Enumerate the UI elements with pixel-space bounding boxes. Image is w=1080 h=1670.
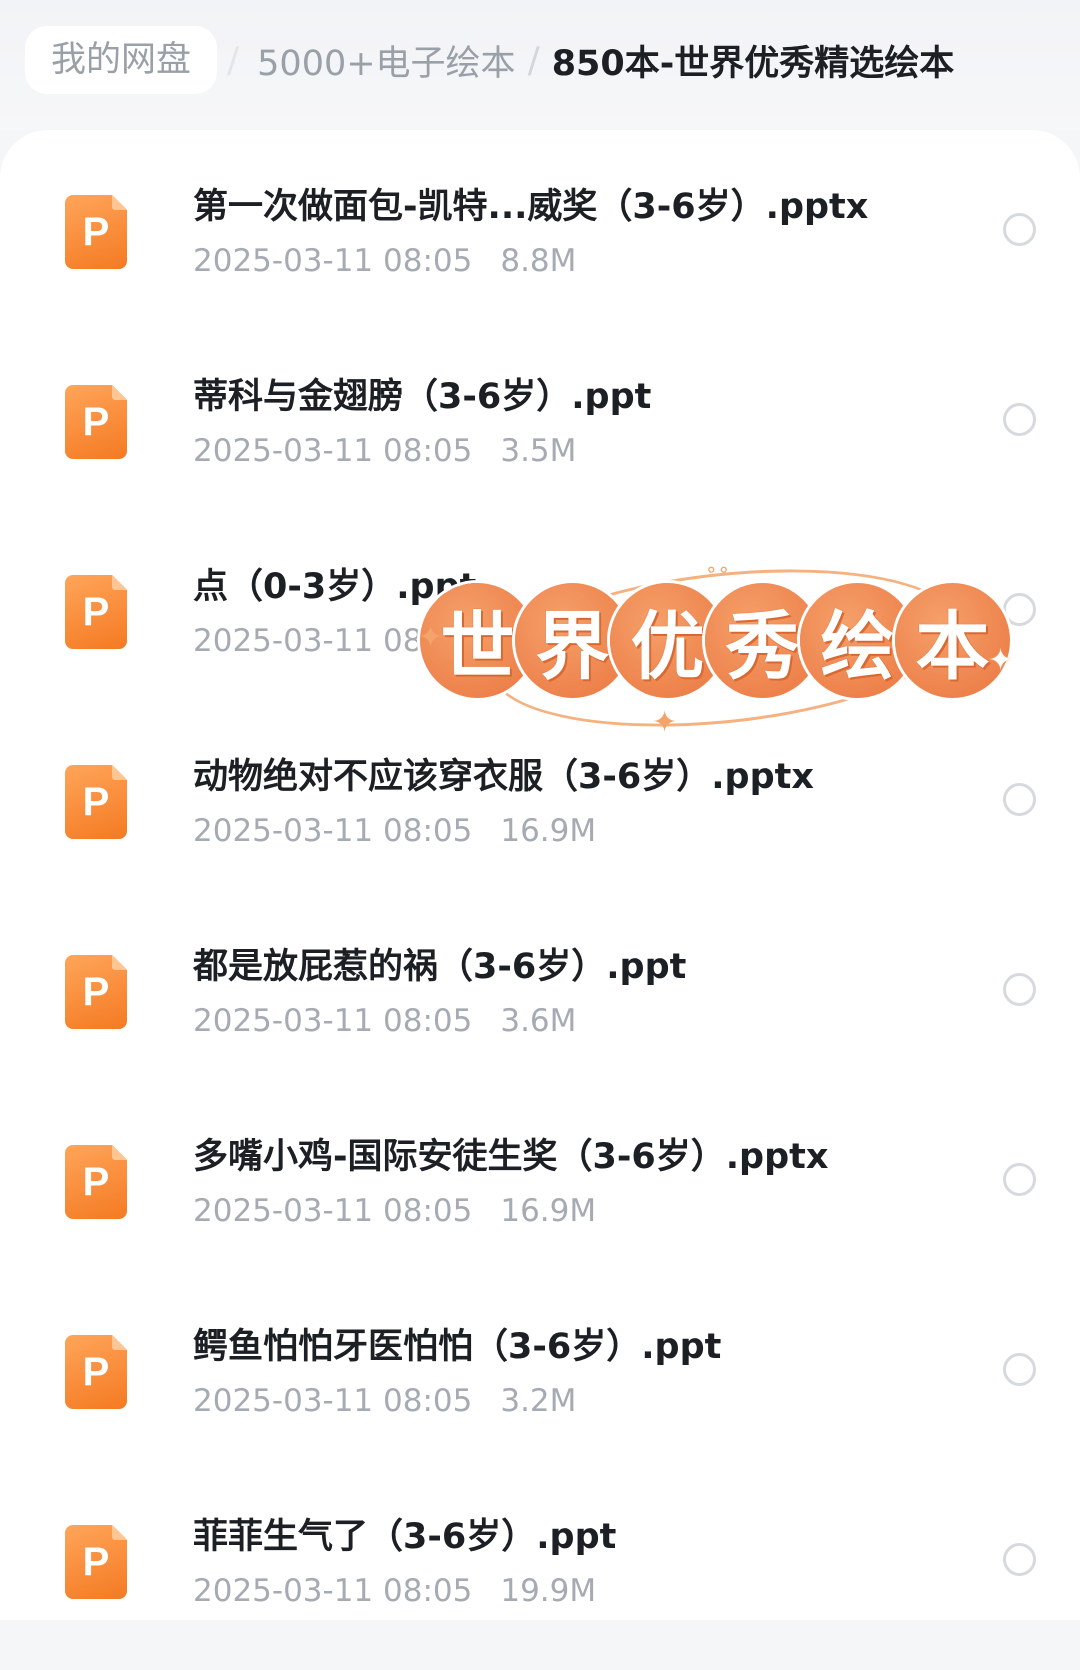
ppt-file-icon: P (65, 955, 127, 1029)
ppt-file-icon: P (65, 195, 127, 269)
file-size: 8.8M (500, 243, 577, 279)
ppt-file-icon: P (65, 1335, 127, 1409)
top-bar: 我的网盘 / 5000+电子绘本 / 850本-世界优秀精选绘本 (0, 0, 1080, 130)
breadcrumb-current-folder: 850本-世界优秀精选绘本 (551, 43, 955, 84)
file-name: 动物绝对不应该穿衣服（3-6岁）.pptx (193, 757, 814, 797)
file-date: 2025-03-11 08:05 (193, 623, 473, 659)
select-radio[interactable] (1003, 973, 1036, 1006)
ppt-letter: P (82, 1539, 110, 1584)
breadcrumb-separator: / (527, 39, 540, 81)
select-radio[interactable] (1003, 1353, 1036, 1386)
ppt-letter: P (82, 779, 110, 824)
file-size: 16.9M (500, 813, 597, 849)
file-date: 2025-03-11 08:05 (193, 1573, 473, 1609)
ppt-letter: P (82, 969, 110, 1014)
file-row[interactable]: P 点（0-3岁）.ppt 2025-03-11 08:05 (0, 530, 1080, 720)
file-meta: 2025-03-11 08:05 16.9M (193, 813, 596, 849)
select-radio[interactable] (1003, 783, 1036, 816)
file-meta: 2025-03-11 08:05 (193, 623, 500, 659)
breadcrumb-separator: / (227, 39, 240, 81)
ppt-letter: P (82, 209, 110, 254)
ppt-file-icon: P (65, 1525, 127, 1599)
file-name: 鳄鱼怕怕牙医怕怕（3-6岁）.ppt (193, 1327, 722, 1367)
file-date: 2025-03-11 08:05 (193, 1003, 473, 1039)
file-row[interactable]: P 第一次做面包-凯特...威奖（3-6岁）.pptx 2025-03-11 08:… (0, 150, 1080, 340)
file-name: 多嘴小鸡-国际安徒生奖（3-6岁）.pptx (193, 1137, 829, 1177)
ppt-letter: P (82, 1159, 110, 1204)
ppt-file-icon: P (65, 765, 127, 839)
file-meta: 2025-03-11 08:05 3.6M (193, 1003, 576, 1039)
file-size: 3.5M (500, 433, 577, 469)
select-radio[interactable] (1003, 593, 1036, 626)
file-name: 第一次做面包-凯特...威奖（3-6岁）.pptx (193, 187, 869, 227)
file-row[interactable]: P 鳄鱼怕怕牙医怕怕（3-6岁）.ppt 2025-03-11 08:05 3.2M (0, 1290, 1080, 1480)
file-date: 2025-03-11 08:05 (193, 1193, 473, 1229)
ppt-letter: P (82, 399, 110, 444)
file-row[interactable]: P 多嘴小鸡-国际安徒生奖（3-6岁）.pptx 2025-03-11 08:05 1… (0, 1100, 1080, 1290)
file-name: 点（0-3岁）.ppt (193, 567, 477, 607)
file-row[interactable]: P 菲菲生气了（3-6岁）.ppt 2025-03-11 08:05 19.9M (0, 1480, 1080, 1670)
select-radio[interactable] (1003, 403, 1036, 436)
file-name: 都是放屁惹的祸（3-6岁）.ppt (193, 947, 687, 987)
file-size: 3.2M (500, 1383, 577, 1419)
file-date: 2025-03-11 08:05 (193, 1383, 473, 1419)
select-radio[interactable] (1003, 1163, 1036, 1196)
select-radio[interactable] (1003, 1543, 1036, 1576)
file-size: 3.6M (500, 1003, 577, 1039)
file-date: 2025-03-11 08:05 (193, 243, 473, 279)
ppt-file-icon: P (65, 575, 127, 649)
file-row[interactable]: P 都是放屁惹的祸（3-6岁）.ppt 2025-03-11 08:05 3.6M (0, 910, 1080, 1100)
ppt-letter: P (82, 1349, 110, 1394)
file-name: 菲菲生气了（3-6岁）.ppt (193, 1517, 617, 1557)
file-date: 2025-03-11 08:05 (193, 813, 473, 849)
file-row[interactable]: P 动物绝对不应该穿衣服（3-6岁）.pptx 2025-03-11 08:05 16… (0, 720, 1080, 910)
ppt-letter: P (82, 589, 110, 634)
file-date: 2025-03-11 08:05 (193, 433, 473, 469)
file-meta: 2025-03-11 08:05 16.9M (193, 1193, 596, 1229)
file-row[interactable]: P 蒂科与金翅膀（3-6岁）.ppt 2025-03-11 08:05 3.5M (0, 340, 1080, 530)
file-meta: 2025-03-11 08:05 8.8M (193, 243, 576, 279)
ppt-file-icon: P (65, 1145, 127, 1219)
file-size: 19.9M (500, 1573, 597, 1609)
file-meta: 2025-03-11 08:05 3.5M (193, 433, 576, 469)
file-name: 蒂科与金翅膀（3-6岁）.ppt (193, 377, 652, 417)
breadcrumb-folder[interactable]: 5000+电子绘本 (257, 35, 515, 86)
file-list: P 第一次做面包-凯特...威奖（3-6岁）.pptx 2025-03-11 08:… (0, 130, 1080, 1620)
file-meta: 2025-03-11 08:05 3.2M (193, 1383, 576, 1419)
file-meta: 2025-03-11 08:05 19.9M (193, 1573, 596, 1609)
file-size: 16.9M (500, 1193, 597, 1229)
breadcrumb-home[interactable]: 我的网盘 (25, 26, 218, 94)
breadcrumb: 我的网盘 / 5000+电子绘本 / 850本-世界优秀精选绘本 (25, 26, 954, 94)
ppt-file-icon: P (65, 385, 127, 459)
select-radio[interactable] (1003, 213, 1036, 246)
